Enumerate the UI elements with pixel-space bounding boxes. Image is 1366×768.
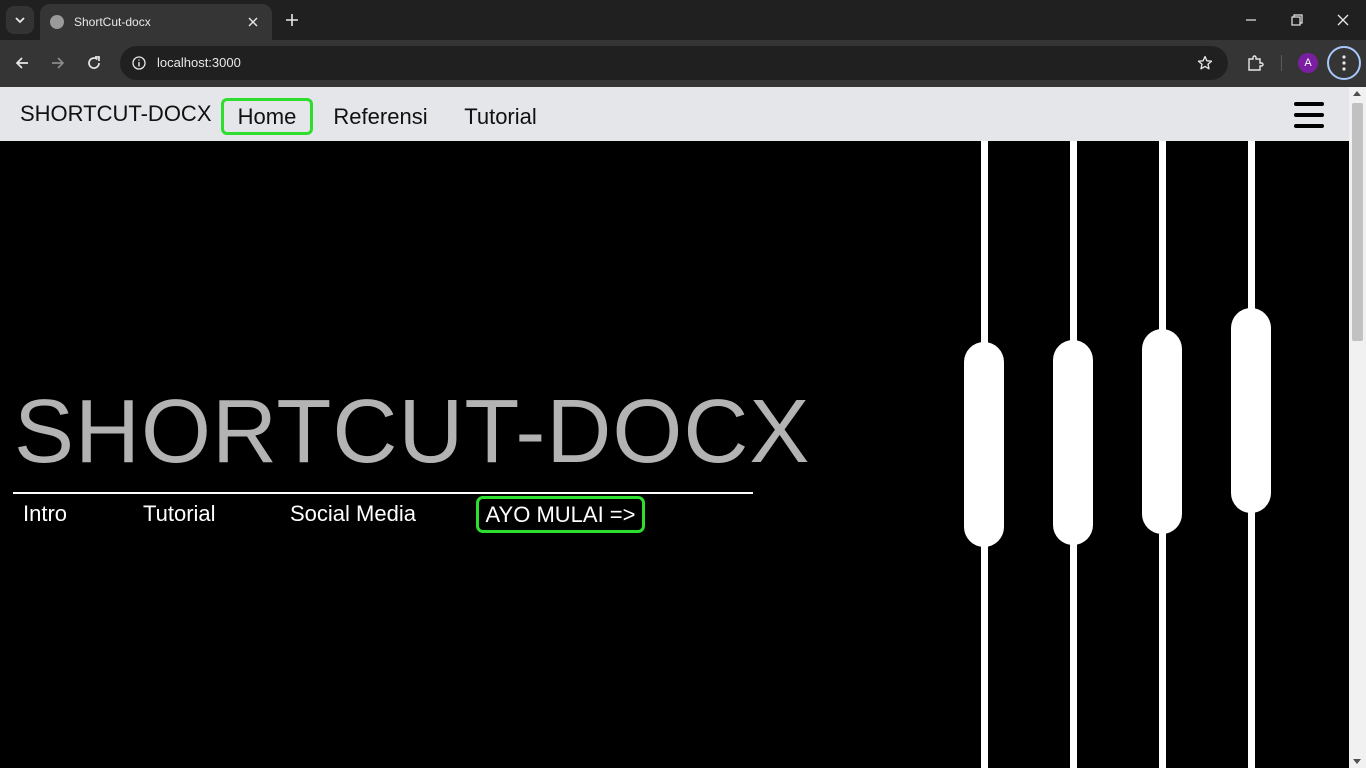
hero-link-tutorial[interactable]: Tutorial <box>143 501 216 527</box>
nav-tutorial[interactable]: Tutorial <box>458 98 543 135</box>
plus-icon <box>286 14 298 26</box>
page-viewport: SHORTCUT-DOCX Home Referensi Tutorial SH… <box>0 87 1366 768</box>
forward-button[interactable] <box>43 48 73 78</box>
puzzle-icon <box>1248 55 1264 71</box>
slider-knob <box>964 342 1004 547</box>
url-text[interactable]: localhost:3000 <box>157 55 241 70</box>
back-button[interactable] <box>7 48 37 78</box>
back-icon <box>15 57 28 69</box>
nav-referensi[interactable]: Referensi <box>330 98 431 135</box>
reload-button[interactable] <box>79 48 109 78</box>
chevron-down-icon <box>15 17 25 24</box>
close-window-button[interactable] <box>1329 6 1357 34</box>
minimize-icon <box>1246 19 1256 21</box>
scroll-thumb[interactable] <box>1352 103 1363 341</box>
info-icon <box>132 56 146 70</box>
slider-knob <box>1231 308 1271 513</box>
globe-icon <box>50 15 64 29</box>
address-bar[interactable]: localhost:3000 <box>120 46 1228 80</box>
browser-tab-bar: ShortCut-docx <box>0 0 1366 40</box>
star-icon <box>1197 55 1213 70</box>
restore-button[interactable] <box>1283 6 1311 34</box>
close-icon <box>1337 14 1349 26</box>
site-navbar: SHORTCUT-DOCX Home Referensi Tutorial <box>0 87 1349 141</box>
extensions-button[interactable] <box>1242 48 1268 78</box>
toolbar-divider <box>1281 55 1282 71</box>
new-tab-button[interactable] <box>280 8 304 32</box>
hero-title: SHORTCUT-DOCX <box>14 382 811 482</box>
scroll-down-arrow[interactable] <box>1353 759 1361 764</box>
close-icon <box>248 17 258 27</box>
site-info-button[interactable] <box>128 52 150 74</box>
hero-link-social-media[interactable]: Social Media <box>290 501 416 527</box>
tab-search-button[interactable] <box>6 6 34 34</box>
nav-home[interactable]: Home <box>221 98 313 135</box>
tab-title: ShortCut-docx <box>74 15 151 29</box>
hamburger-icon[interactable] <box>1294 102 1324 128</box>
browser-menu-button[interactable] <box>1327 46 1361 80</box>
browser-toolbar: localhost:3000 A <box>0 40 1366 87</box>
slider-knob <box>1142 329 1182 534</box>
bookmark-button[interactable] <box>1194 52 1216 74</box>
profile-avatar[interactable]: A <box>1298 53 1318 73</box>
forward-icon <box>52 57 65 69</box>
hero-divider <box>13 492 753 494</box>
browser-tab[interactable]: ShortCut-docx <box>40 4 272 40</box>
slider-knob <box>1053 340 1093 545</box>
site-brand[interactable]: SHORTCUT-DOCX <box>20 101 212 127</box>
tab-close-button[interactable] <box>244 13 262 31</box>
reload-icon <box>88 56 100 69</box>
restore-icon <box>1291 14 1303 26</box>
more-vert-icon <box>1342 55 1346 71</box>
scroll-up-arrow[interactable] <box>1353 91 1361 96</box>
vertical-scrollbar[interactable] <box>1349 87 1366 768</box>
minimize-button[interactable] <box>1237 6 1265 34</box>
hero-link-intro[interactable]: Intro <box>23 501 67 527</box>
start-button[interactable]: AYO MULAI => <box>476 496 645 533</box>
